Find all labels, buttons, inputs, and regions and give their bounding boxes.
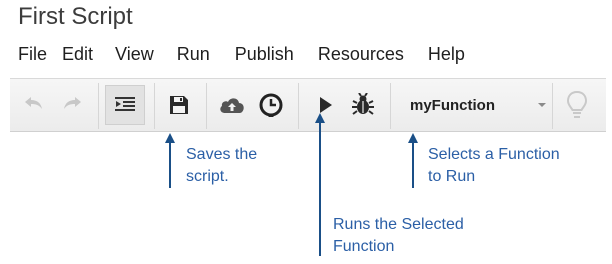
run-annotation-line1: Runs the Selected [333,216,464,233]
function-select[interactable]: myFunction [404,85,550,125]
menu-view[interactable]: View [115,44,154,65]
function-annotation-line1: Selects a Function [428,146,560,163]
function-annotation-text: Selects a Function to Run [428,144,560,188]
lightbulb-button[interactable] [562,88,592,122]
save-annotation-line1: Saves the [186,146,258,163]
menu-publish[interactable]: Publish [235,44,294,65]
redo-button[interactable] [60,91,86,117]
save-annotation-text: Saves the script. [186,144,257,188]
indent-icon [115,97,135,111]
menu-help[interactable]: Help [428,44,465,65]
menu-edit[interactable]: Edit [62,44,93,65]
chevron-down-icon [538,103,546,107]
lightbulb-icon [566,90,588,118]
menu-file[interactable]: File [18,44,47,65]
menu-resources[interactable]: Resources [318,44,404,65]
deploy-button[interactable] [216,91,248,119]
run-annotation-line2: Function [333,238,395,255]
toolbar-separator [298,83,299,129]
toolbar-separator [154,83,155,129]
clock-icon [259,93,283,117]
save-annotation-arrow [165,133,175,188]
menu-run[interactable]: Run [177,44,210,65]
script-title[interactable]: First Script [18,3,133,31]
run-annotation-text: Runs the Selected Function [333,214,464,258]
save-button[interactable] [164,91,194,119]
save-annotation-line2: script. [186,168,229,185]
cloud-upload-icon [220,98,244,113]
triggers-button[interactable] [256,90,286,120]
page: First Script File Edit View Run Publish … [0,0,612,264]
run-annotation-arrow [315,113,325,256]
toolbar-separator [206,83,207,129]
play-icon [320,97,332,113]
toolbar: myFunction [10,78,606,132]
function-annotation-line2: to Run [428,168,476,185]
function-annotation-arrow [408,133,418,188]
menu-bar: File Edit View Run Publish Resources Hel… [0,42,465,66]
debug-button[interactable] [348,90,378,120]
toolbar-separator [98,83,99,129]
undo-button[interactable] [20,91,46,117]
redo-icon [64,97,81,109]
undo-icon [25,97,42,109]
indent-toggle-button[interactable] [105,85,145,125]
function-select-value: myFunction [410,96,495,114]
save-icon [170,96,188,114]
bug-icon [352,93,374,115]
toolbar-separator [390,83,391,129]
toolbar-separator [552,83,553,129]
